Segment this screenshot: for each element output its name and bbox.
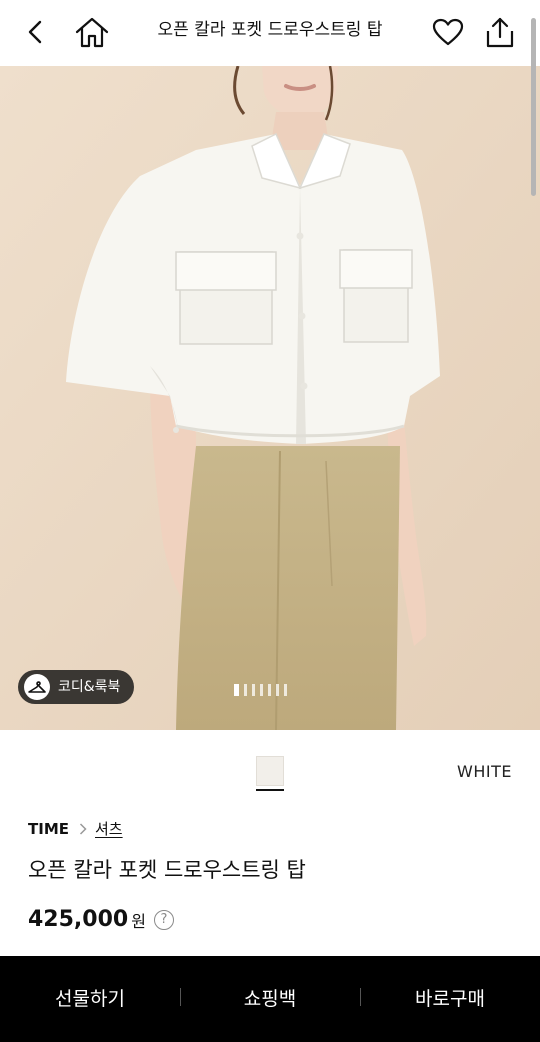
category-link[interactable]: 셔츠 xyxy=(95,818,123,839)
share-button[interactable] xyxy=(478,10,522,54)
home-button[interactable] xyxy=(70,10,114,54)
carousel-dot[interactable] xyxy=(260,684,263,696)
color-selector: WHITE xyxy=(0,730,540,800)
hanger-icon xyxy=(24,674,50,700)
carousel-dot[interactable] xyxy=(284,684,287,696)
back-button[interactable] xyxy=(14,10,58,54)
buy-now-button[interactable]: 바로구매 xyxy=(360,956,540,1038)
price-row: 425,000 원 ? xyxy=(28,907,174,932)
carousel-dot[interactable] xyxy=(234,684,239,696)
codi-lookbook-label: 코디&룩북 xyxy=(58,679,121,695)
shopping-bag-button[interactable]: 쇼핑백 xyxy=(180,956,360,1038)
carousel-dot[interactable] xyxy=(268,684,271,696)
buy-now-button-label: 바로구매 xyxy=(415,987,485,1010)
page-title: 오픈 칼라 포켓 드로우스트링 탑 xyxy=(157,20,383,40)
home-icon xyxy=(75,17,109,48)
gift-button-label: 선물하기 xyxy=(55,987,125,1010)
carousel-indicator xyxy=(234,684,287,696)
breadcrumb: TIME 셔츠 xyxy=(28,818,123,839)
share-icon xyxy=(486,17,514,48)
gift-button[interactable]: 선물하기 xyxy=(0,956,180,1038)
heart-icon xyxy=(432,18,464,46)
shopping-bag-button-label: 쇼핑백 xyxy=(243,987,297,1010)
divider xyxy=(360,988,361,1006)
wishlist-button[interactable] xyxy=(426,10,470,54)
color-swatch-white[interactable] xyxy=(256,756,284,786)
selected-swatch-indicator xyxy=(256,789,284,791)
chevron-right-icon xyxy=(79,822,87,835)
codi-lookbook-button[interactable]: 코디&룩북 xyxy=(18,670,135,704)
product-photo xyxy=(0,66,540,730)
divider xyxy=(180,988,181,1006)
scrollbar[interactable] xyxy=(531,18,536,196)
carousel-dot[interactable] xyxy=(244,684,247,696)
back-icon xyxy=(28,20,42,44)
price-currency: 원 xyxy=(131,911,146,931)
price-value: 425,000 xyxy=(28,907,129,932)
question-icon[interactable]: ? xyxy=(153,909,174,930)
bottom-action-bar: 선물하기 쇼핑백 바로구매 xyxy=(0,956,540,1042)
carousel-dot[interactable] xyxy=(252,684,255,696)
carousel-dot[interactable] xyxy=(276,684,279,696)
top-nav-bar: 오픈 칼라 포켓 드로우스트링 탑 xyxy=(0,0,540,66)
selected-color-name: WHITE xyxy=(457,762,512,781)
brand-link[interactable]: TIME xyxy=(28,820,69,838)
product-image-carousel[interactable]: 코디&룩북 xyxy=(0,66,540,730)
product-name: 오픈 칼라 포켓 드로우스트링 탑 xyxy=(28,858,306,882)
